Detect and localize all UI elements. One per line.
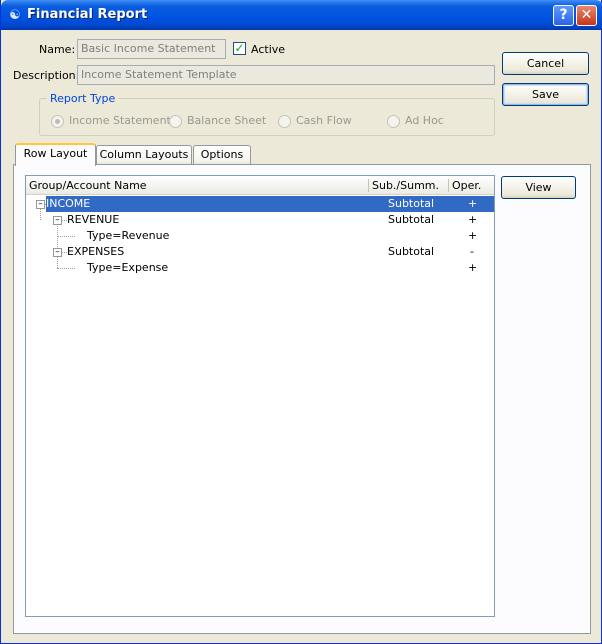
tab-row-layout-label: Row Layout	[23, 147, 88, 160]
tree-row[interactable]: – INCOME Subtotal +	[26, 196, 494, 212]
collapse-icon[interactable]: –	[53, 216, 62, 225]
name-field[interactable]: Basic Income Statement	[77, 39, 226, 59]
row-oper: -	[470, 245, 474, 258]
tab-options[interactable]: Options	[193, 145, 251, 165]
row-sub-summ: Subtotal	[388, 245, 435, 258]
row-name: INCOME	[46, 197, 91, 210]
close-icon: ✕	[580, 7, 593, 23]
tab-column-layouts[interactable]: Column Layouts	[96, 145, 192, 165]
tree-row[interactable]: – EXPENSES Subtotal -	[26, 244, 494, 260]
cancel-button[interactable]: Cancel	[502, 52, 589, 75]
app-icon: ☯	[9, 8, 21, 23]
row-sub-summ: Subtotal	[388, 213, 435, 226]
help-icon: ?	[559, 7, 568, 23]
row-oper: +	[468, 213, 478, 226]
window-title: Financial Report	[27, 7, 148, 22]
tree-row[interactable]: Type=Revenue +	[26, 228, 494, 244]
row-name: Type=Revenue	[87, 229, 170, 242]
radio-label-balance-sheet: Balance Sheet	[187, 114, 267, 127]
radio-income-statement[interactable]	[51, 115, 64, 128]
row-name: EXPENSES	[67, 245, 125, 258]
tree-row[interactable]: Type=Expense +	[26, 260, 494, 276]
radio-cash-flow[interactable]	[278, 115, 291, 128]
name-label: Name:	[39, 43, 76, 56]
view-button[interactable]: View	[501, 176, 576, 199]
radio-label-cash-flow: Cash Flow	[296, 114, 352, 127]
active-checkbox[interactable]: ✓	[233, 42, 246, 55]
row-oper: +	[468, 229, 478, 242]
tab-options-label: Options	[200, 148, 244, 161]
radio-ad-hoc[interactable]	[387, 115, 400, 128]
row-layout-tree[interactable]: Group/Account Name Sub./Summ. Oper. – IN…	[25, 175, 495, 617]
radio-label-ad-hoc: Ad Hoc	[405, 114, 444, 127]
report-type-title: Report Type	[47, 92, 119, 105]
collapse-icon[interactable]: –	[53, 248, 62, 257]
description-label: Description:	[13, 69, 80, 82]
row-name: REVENUE	[67, 213, 120, 226]
close-button[interactable]: ✕	[576, 5, 597, 26]
collapse-icon[interactable]: –	[36, 200, 45, 209]
column-header-sub-summ[interactable]: Sub./Summ.	[369, 176, 439, 195]
active-label: Active	[251, 43, 286, 56]
column-header-name[interactable]: Group/Account Name	[26, 176, 147, 195]
tab-column-layouts-label: Column Layouts	[99, 148, 189, 161]
check-icon: ✓	[234, 41, 245, 55]
column-header-oper[interactable]: Oper.	[449, 176, 481, 195]
row-oper: +	[468, 261, 478, 274]
save-button[interactable]: Save	[502, 83, 589, 106]
financial-report-window: ☯ Financial Report ? ✕ Name: Basic Incom…	[0, 0, 602, 644]
radio-balance-sheet[interactable]	[169, 115, 182, 128]
row-sub-summ: Subtotal	[388, 197, 435, 210]
radio-label-income-statement: Income Statement	[69, 114, 171, 127]
tree-row[interactable]: – REVENUE Subtotal +	[26, 212, 494, 228]
row-oper: +	[468, 197, 478, 210]
save-label: Save	[531, 88, 559, 101]
view-label: View	[525, 181, 552, 194]
help-button[interactable]: ?	[553, 5, 574, 26]
title-bar[interactable]: ☯ Financial Report ? ✕	[1, 0, 602, 30]
tab-row-layout[interactable]: Row Layout	[15, 143, 96, 166]
description-field[interactable]: Income Statement Template	[77, 65, 495, 85]
row-name: Type=Expense	[87, 261, 169, 274]
cancel-label: Cancel	[526, 57, 565, 70]
tree-header: Group/Account Name Sub./Summ. Oper.	[26, 176, 494, 195]
